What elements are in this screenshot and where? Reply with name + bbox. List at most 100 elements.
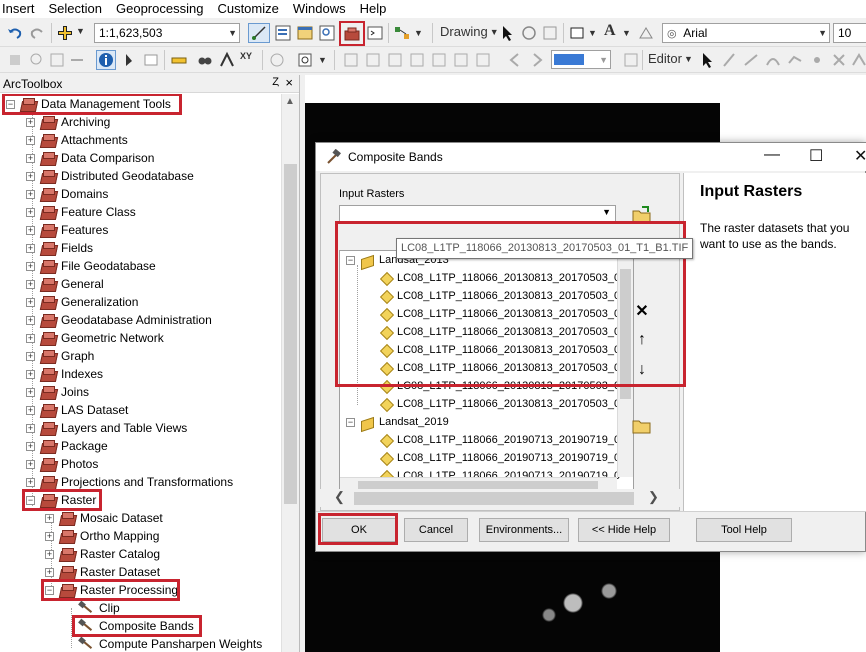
pane-horizontal-scrollbar[interactable]: ❮ ❯ — [320, 489, 680, 507]
menu-windows[interactable]: Windows — [286, 0, 353, 18]
point-icon[interactable] — [808, 51, 826, 69]
add-data-icon[interactable] — [56, 24, 74, 42]
pin-icon[interactable]: Ȥ — [272, 76, 279, 88]
menu-selection[interactable]: Selection — [42, 0, 109, 18]
editor-toolbar-icon[interactable] — [248, 23, 270, 43]
expand-icon[interactable]: + — [26, 207, 35, 217]
remove-button[interactable]: ✕ — [631, 300, 653, 322]
minimize-icon[interactable]: — — [764, 146, 780, 164]
tree-node-projections-and-transformations[interactable]: + Projections and Transformations — [26, 473, 233, 491]
tree-node-feature-class[interactable]: + Feature Class — [26, 203, 136, 221]
scrollbar-thumb[interactable] — [620, 269, 631, 399]
clear-selection-icon[interactable] — [48, 51, 66, 69]
expand-icon[interactable]: + — [26, 117, 35, 127]
expand-icon[interactable]: + — [26, 189, 35, 199]
scrollbar-thumb[interactable] — [354, 492, 634, 505]
tree-node-las-dataset[interactable]: + LAS Dataset — [26, 401, 128, 419]
go-to-xy-icon[interactable]: XY — [240, 51, 252, 61]
tree-node-data-comparison[interactable]: + Data Comparison — [26, 149, 154, 167]
ok-button[interactable]: OK — [322, 518, 396, 542]
find-icon[interactable] — [196, 51, 214, 69]
reshape-feature-icon[interactable] — [850, 51, 866, 69]
expand-icon[interactable]: + — [26, 351, 35, 361]
tree-node-features[interactable]: + Features — [26, 221, 108, 239]
tree-node-raster-processing[interactable]: − Raster Processing — [45, 581, 178, 599]
list-item[interactable]: LC08_L1TP_118066_20130813_20170503_0 — [380, 341, 620, 359]
chevron-down-icon[interactable]: ▼ — [414, 28, 423, 38]
pan-icon[interactable] — [6, 51, 24, 69]
georef-tool-4-icon[interactable] — [408, 51, 426, 69]
georef-tool-3-icon[interactable] — [386, 51, 404, 69]
expand-icon[interactable]: + — [26, 441, 35, 451]
next-extent-icon[interactable] — [528, 51, 546, 69]
list-item[interactable]: LC08_L1TP_118066_20190713_20190719_0 — [380, 431, 620, 449]
straight-segment-icon[interactable] — [742, 51, 760, 69]
chevron-down-icon[interactable]: ▼ — [622, 28, 631, 38]
list-item[interactable]: LC08_L1TP_118066_20190713_20190719_0 — [380, 449, 620, 467]
hide-help-button[interactable]: << Hide Help — [578, 518, 670, 542]
chevron-down-icon[interactable]: ▼ — [318, 55, 327, 65]
text-tool-icon[interactable]: A — [604, 22, 616, 40]
menu-insert[interactable]: Insert — [0, 0, 42, 18]
select-elements-icon[interactable] — [498, 24, 516, 42]
collapse-icon[interactable]: − — [26, 495, 35, 505]
expand-icon[interactable]: + — [45, 549, 54, 559]
list-item[interactable]: LC08_L1TP_118066_20130813_20170503_0 — [380, 395, 620, 413]
expand-icon[interactable]: + — [26, 387, 35, 397]
expand-icon[interactable]: + — [45, 531, 54, 541]
find-route-icon[interactable] — [218, 51, 236, 69]
expand-icon[interactable]: + — [26, 459, 35, 469]
tree-node-graph[interactable]: + Graph — [26, 347, 94, 365]
tree-node-package[interactable]: + Package — [26, 437, 108, 455]
scroll-right-icon[interactable]: ❯ — [648, 489, 659, 505]
trace-icon[interactable] — [786, 51, 804, 69]
tree-node-ortho-mapping[interactable]: + Ortho Mapping — [45, 527, 159, 545]
zoom-level-combo[interactable]: ▼ — [551, 50, 611, 69]
tree-node-file-geodatabase[interactable]: + File Geodatabase — [26, 257, 156, 275]
tree-node-indexes[interactable]: + Indexes — [26, 365, 103, 383]
toolbox-scrollbar[interactable]: ▲ — [281, 94, 299, 652]
time-slider-icon[interactable] — [268, 51, 286, 69]
table-of-contents-icon[interactable] — [274, 24, 292, 42]
expand-icon[interactable]: + — [45, 513, 54, 523]
georef-tool-2-icon[interactable] — [364, 51, 382, 69]
expand-icon[interactable]: + — [26, 315, 35, 325]
close-icon[interactable]: ✕ — [854, 146, 866, 166]
rectangle-icon[interactable] — [568, 24, 586, 42]
expand-icon[interactable]: + — [26, 405, 35, 415]
tool-help-button[interactable]: Tool Help — [696, 518, 792, 542]
collapse-icon[interactable]: − — [45, 585, 54, 595]
input-rasters-combo[interactable]: ▼ — [339, 205, 616, 223]
undo-icon[interactable] — [6, 24, 24, 42]
tree-node-raster[interactable]: − Raster — [26, 491, 96, 509]
previous-extent-icon[interactable] — [506, 51, 524, 69]
tool-composite-bands[interactable]: Composite Bands — [78, 617, 194, 635]
html-popup-icon[interactable] — [142, 51, 160, 69]
map-scale-combo[interactable]: 1:1,623,503 ▼ — [94, 23, 240, 43]
browse-folder-button[interactable] — [631, 204, 653, 226]
identify-icon[interactable] — [96, 50, 116, 70]
group-landsat-2019[interactable]: − Landsat_2019 — [346, 413, 449, 431]
tree-node-general[interactable]: + General — [26, 275, 104, 293]
add-data-dropdown-icon[interactable]: ▼ — [76, 26, 85, 36]
search-window-icon[interactable] — [318, 24, 336, 42]
fixed-zoom-icon[interactable] — [68, 51, 86, 69]
scrollbar-thumb[interactable] — [284, 164, 297, 504]
model-builder-icon[interactable] — [393, 24, 411, 42]
image-analysis-icon[interactable] — [622, 51, 640, 69]
expand-icon[interactable]: + — [45, 567, 54, 577]
move-up-button[interactable]: ↑ — [631, 329, 653, 351]
catalog-icon[interactable] — [296, 24, 314, 42]
end-point-arc-icon[interactable] — [764, 51, 782, 69]
expand-icon[interactable]: + — [26, 153, 35, 163]
font-size-combo[interactable]: 10 — [833, 23, 866, 43]
close-icon[interactable]: × — [285, 75, 293, 90]
expand-icon[interactable]: + — [26, 477, 35, 487]
collapse-icon[interactable]: − — [6, 99, 15, 109]
georef-tool-6-icon[interactable] — [452, 51, 470, 69]
tree-node-joins[interactable]: + Joins — [26, 383, 89, 401]
list-item[interactable]: LC08_L1TP_118066_20130813_20170503_0 — [380, 359, 620, 377]
expand-icon[interactable]: + — [26, 243, 35, 253]
zoom-whole-page-icon[interactable] — [541, 24, 559, 42]
expand-icon[interactable]: + — [26, 369, 35, 379]
